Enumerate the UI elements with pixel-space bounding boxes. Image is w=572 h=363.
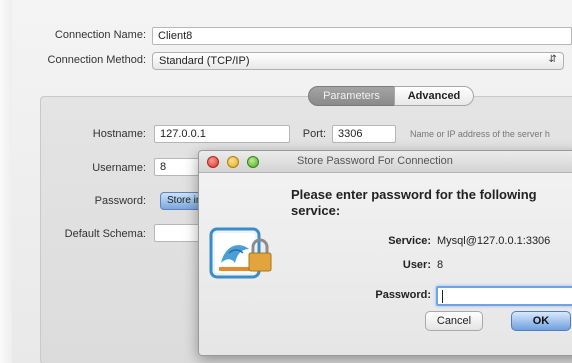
tab-parameters[interactable]: Parameters bbox=[308, 86, 395, 106]
updown-arrows-icon: ⇵ bbox=[548, 54, 557, 65]
connection-name-input[interactable]: Client8 bbox=[152, 27, 572, 45]
username-label: Username: bbox=[92, 162, 146, 174]
connection-window: Connection Name: Client8 Connection Meth… bbox=[0, 0, 572, 363]
minimize-window-icon[interactable] bbox=[227, 156, 239, 168]
hostname-label: Hostname: bbox=[92, 128, 146, 140]
user-value: 8 bbox=[437, 259, 444, 271]
user-label: User: bbox=[402, 259, 431, 271]
store-password-dialog: Store Password For Connection Please ent… bbox=[198, 150, 572, 356]
tab-advanced[interactable]: Advanced bbox=[394, 86, 474, 106]
hostname-input[interactable]: 127.0.0.1 bbox=[154, 125, 290, 143]
connection-method-select[interactable]: Standard (TCP/IP) ⇵ bbox=[152, 52, 564, 70]
cancel-button[interactable]: Cancel bbox=[425, 311, 483, 331]
connection-method-label: Connection Method: bbox=[47, 54, 146, 66]
dialog-titlebar: Store Password For Connection bbox=[199, 151, 572, 173]
dialog-heading: Please enter password for the following … bbox=[291, 187, 537, 218]
service-label: Service: bbox=[388, 235, 431, 247]
zoom-window-icon[interactable] bbox=[247, 156, 259, 168]
default-schema-label: Default Schema: bbox=[64, 228, 146, 240]
service-value: Mysql@127.0.0.1:3306 bbox=[437, 235, 551, 247]
window-left-edge bbox=[0, 0, 12, 363]
port-input[interactable]: 3306 bbox=[332, 125, 396, 143]
password-label: Password: bbox=[94, 195, 146, 207]
dialog-password-label: Password: bbox=[375, 289, 431, 301]
mysql-workbench-icon bbox=[209, 227, 272, 279]
text-caret bbox=[442, 290, 443, 303]
connection-method-value: Standard (TCP/IP) bbox=[159, 55, 250, 67]
hostname-hint: Name or IP address of the server h bbox=[410, 129, 550, 139]
close-window-icon[interactable] bbox=[207, 156, 219, 168]
connection-name-label: Connection Name: bbox=[54, 29, 146, 41]
ok-button[interactable]: OK bbox=[511, 311, 571, 331]
dialog-password-input[interactable] bbox=[436, 286, 572, 306]
dialog-title: Store Password For Connection bbox=[297, 155, 453, 167]
port-label: Port: bbox=[302, 128, 326, 140]
